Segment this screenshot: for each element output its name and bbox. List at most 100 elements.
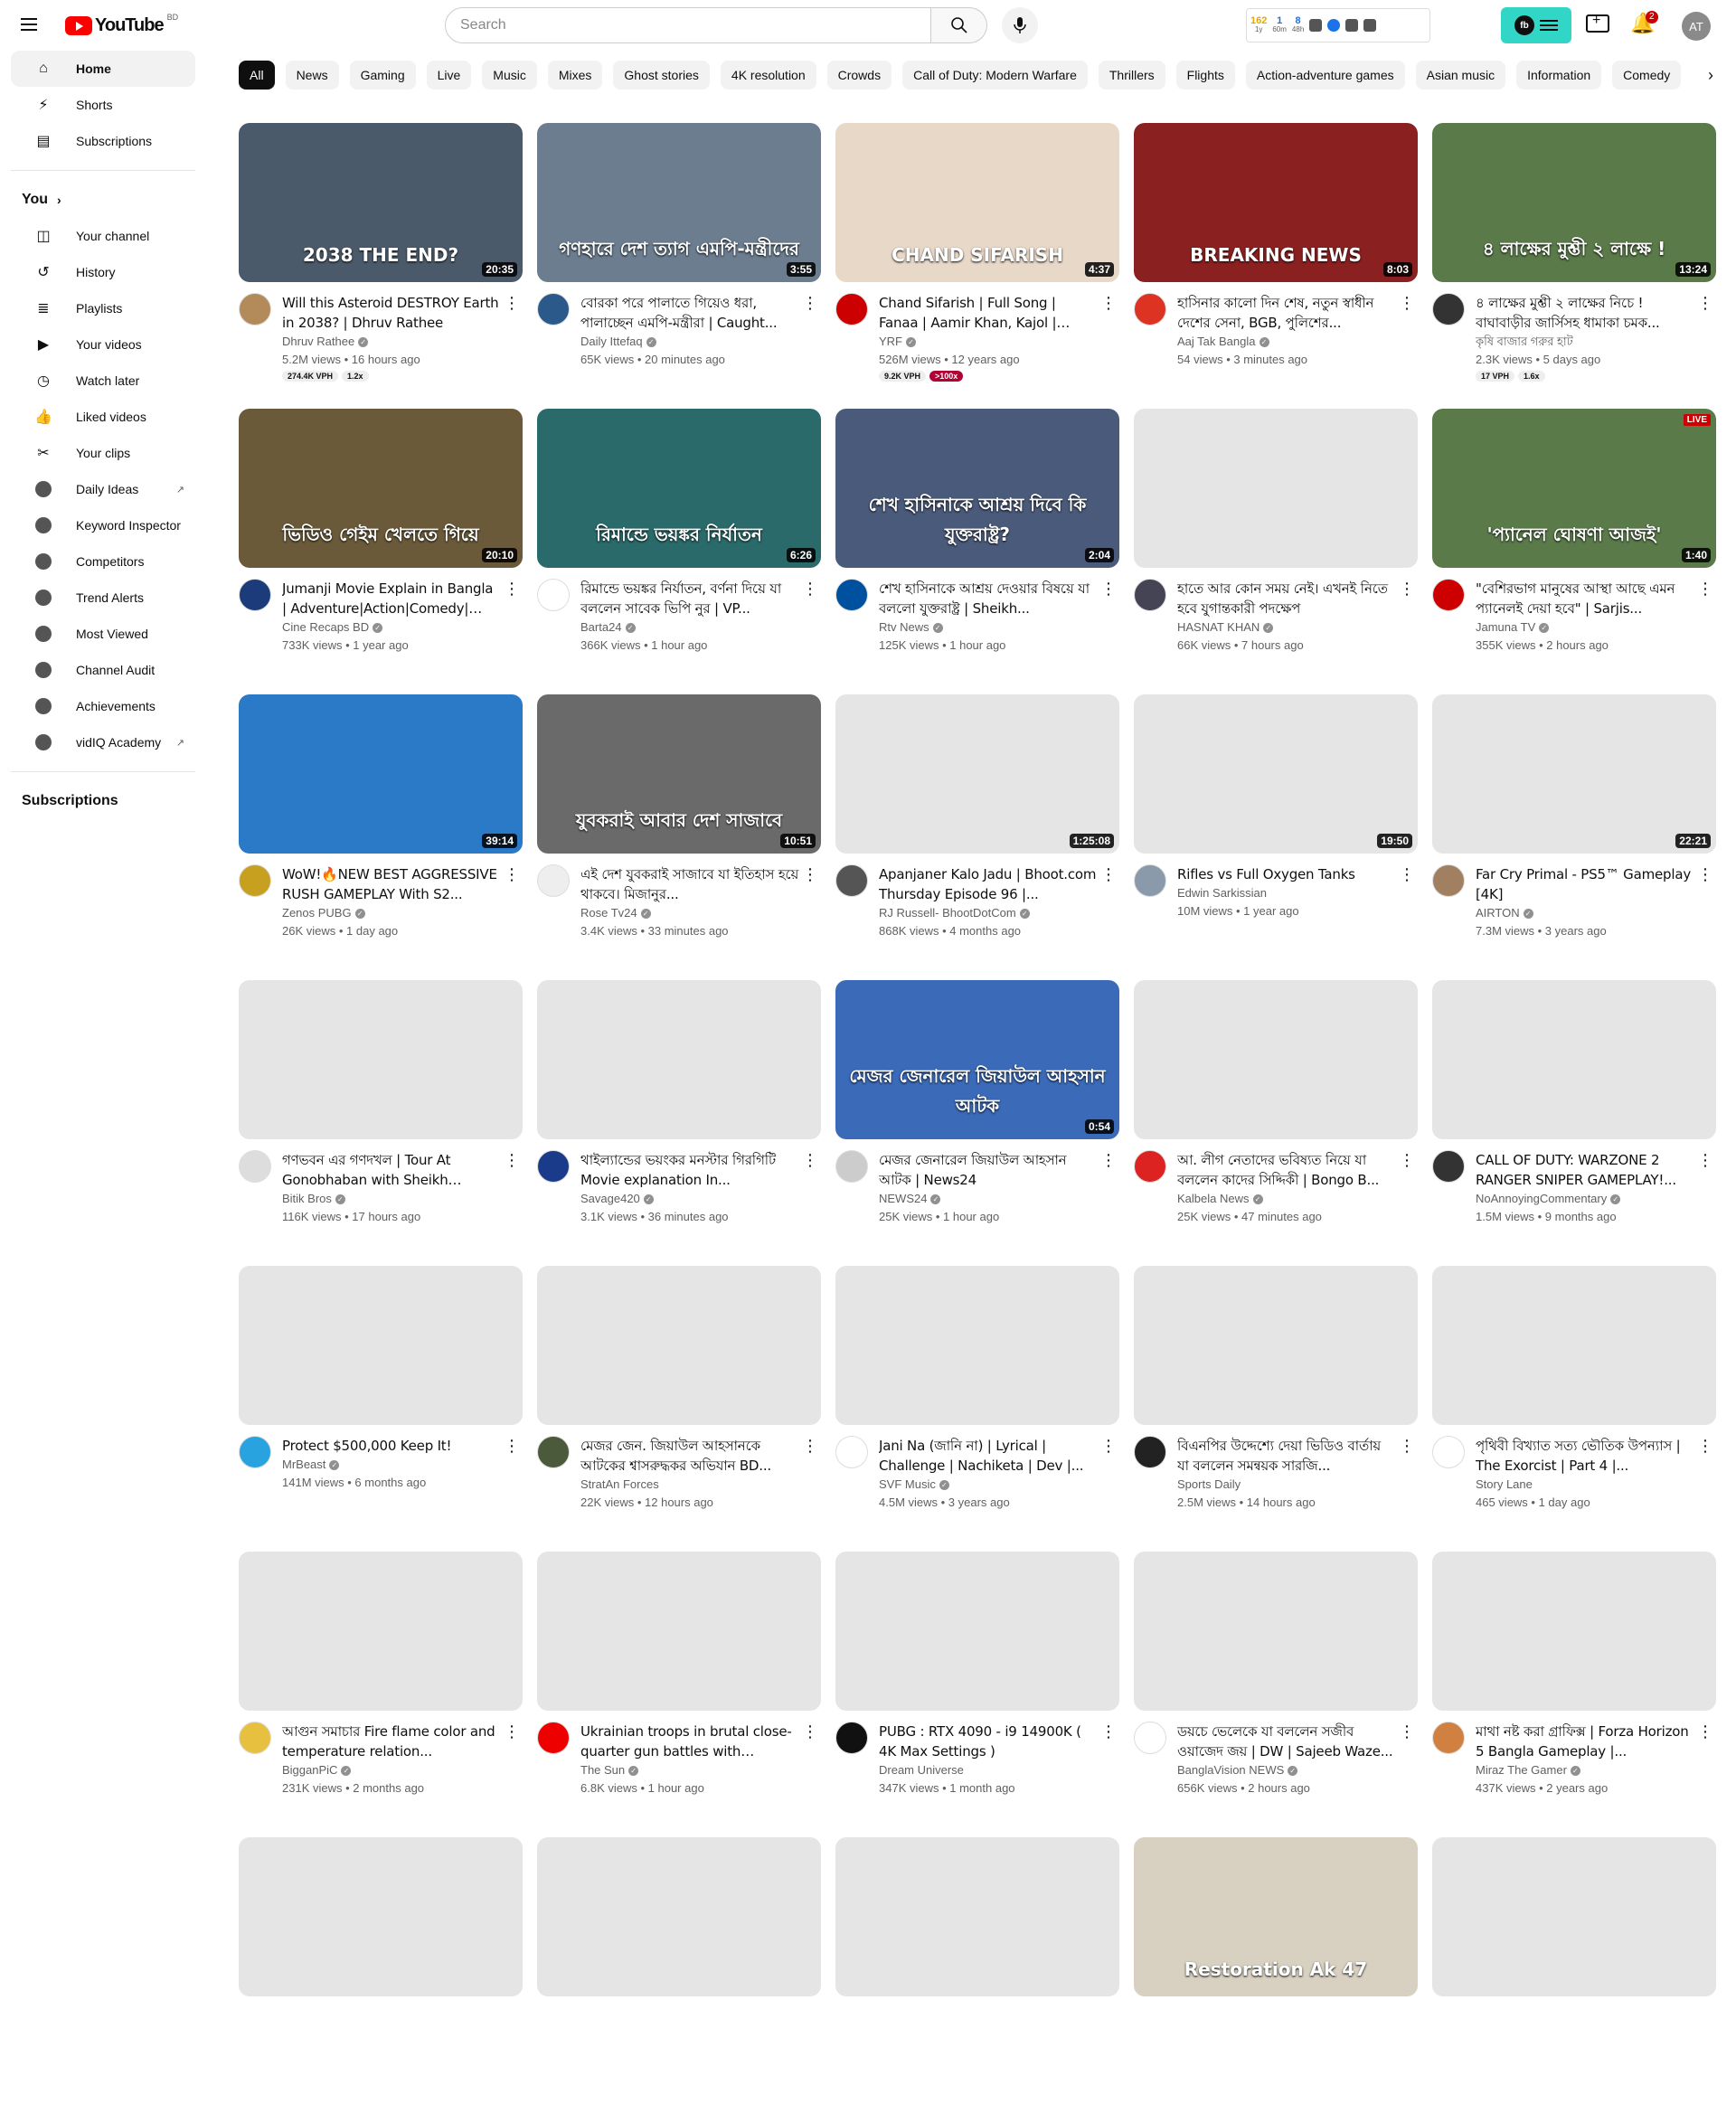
channel-name[interactable]: BanglaVision NEWS [1177, 1763, 1284, 1777]
video-title[interactable]: Will this Asteroid DESTROY Earth in 2038… [282, 293, 501, 333]
chip-gaming[interactable]: Gaming [349, 61, 416, 90]
sidebar-item-subscriptions[interactable]: ▤ Subscriptions [11, 123, 195, 159]
video-card[interactable]: মেজর জেন. জিয়াউল আহসানকে আটকের শ্বাসরুদ… [537, 1266, 821, 1552]
channel-name[interactable]: Savage420 [580, 1192, 640, 1205]
channel-avatar[interactable] [537, 1436, 570, 1468]
chip-ghost-stories[interactable]: Ghost stories [613, 61, 710, 90]
video-thumbnail[interactable] [239, 1266, 523, 1425]
video-title[interactable]: হাসিনার কালো দিন শেষ, নতুন স্বাধীন দেশের… [1177, 293, 1396, 333]
channel-name[interactable]: YRF [879, 335, 902, 348]
video-thumbnail[interactable]: শেখ হাসিনাকে আশ্রয় দিবে কি যুক্তরাষ্ট্র… [835, 409, 1119, 568]
video-title[interactable]: আ. লীগ নেতাদের ভবিষ্যত নিয়ে যা বললেন কা… [1177, 1150, 1396, 1190]
video-thumbnail[interactable]: যুবকরাই আবার দেশ সাজাবে 10:51 [537, 694, 821, 854]
video-title[interactable]: এই দেশ যুবকরাই সাজাবে যা ইতিহাস হয়ে থাক… [580, 864, 799, 904]
channel-avatar[interactable] [537, 864, 570, 897]
channel-name[interactable]: HASNAT KHAN [1177, 620, 1260, 634]
more-actions-icon[interactable]: ⋮ [1396, 1436, 1418, 1512]
video-thumbnail[interactable]: 1:25:08 [835, 694, 1119, 854]
channel-name[interactable]: AIRTON [1476, 906, 1520, 920]
channel-avatar[interactable] [239, 579, 271, 611]
sidebar-item-history[interactable]: ↺ History [11, 254, 195, 290]
video-card[interactable]: ভিডিও গেইম খেলতে গিয়ে 20:10 Jumanji Movie… [239, 409, 523, 694]
video-thumbnail[interactable]: 39:14 [239, 694, 523, 854]
chip-asian-music[interactable]: Asian music [1415, 61, 1506, 90]
video-thumbnail[interactable] [537, 1266, 821, 1425]
channel-name[interactable]: Dhruv Rathee [282, 335, 354, 348]
channel-name[interactable]: NoAnnoyingCommentary [1476, 1192, 1607, 1205]
video-title[interactable]: আগুন সমাচার Fire flame color and tempera… [282, 1722, 501, 1761]
channel-avatar[interactable] [239, 1150, 271, 1183]
channel-avatar[interactable] [1432, 864, 1465, 897]
chip-thrillers[interactable]: Thrillers [1098, 61, 1165, 90]
video-title[interactable]: "বেশিরভাগ মানুষের আস্থা আছে এমন প্যানেলই… [1476, 579, 1694, 618]
video-card[interactable]: বিএনপির উদ্দেশ্যে দেয়া ভিডিও বার্তায় য… [1134, 1266, 1418, 1552]
channel-name[interactable]: MrBeast [282, 1458, 326, 1471]
video-thumbnail[interactable]: 22:21 [1432, 694, 1716, 854]
video-thumbnail[interactable] [1432, 1266, 1716, 1425]
channel-avatar[interactable] [1432, 1436, 1465, 1468]
video-card[interactable]: যুবকরাই আবার দেশ সাজাবে 10:51 এই দেশ যুবকর… [537, 694, 821, 980]
video-title[interactable]: মেজর জেনারেল জিয়াউল আহসান আটক | News24 [879, 1150, 1098, 1190]
more-actions-icon[interactable]: ⋮ [1098, 293, 1119, 382]
video-title[interactable]: Chand Sifarish | Full Song | Fanaa | Aam… [879, 293, 1098, 333]
more-actions-icon[interactable]: ⋮ [1396, 1150, 1418, 1226]
channel-avatar[interactable] [239, 1436, 271, 1468]
channel-avatar[interactable] [537, 1150, 570, 1183]
video-card[interactable]: ডয়চে ভেলেকে যা বললেন সজীব ওয়াজেদ জয় |… [1134, 1552, 1418, 1837]
chip-comedy[interactable]: Comedy [1612, 61, 1682, 90]
video-card[interactable]: CALL OF DUTY: WARZONE 2 RANGER SNIPER GA… [1432, 980, 1716, 1266]
video-thumbnail[interactable] [537, 1552, 821, 1711]
more-actions-icon[interactable]: ⋮ [799, 1722, 821, 1797]
more-actions-icon[interactable]: ⋮ [501, 293, 523, 382]
channel-avatar[interactable] [1134, 293, 1166, 326]
more-actions-icon[interactable]: ⋮ [1396, 1722, 1418, 1797]
video-card[interactable]: গণহারে দেশ ত্যাগ এমপি-মন্ত্রীদের 3:55 বোরক… [537, 123, 821, 409]
chips-next-arrow-icon[interactable]: › [1700, 61, 1722, 90]
channel-name[interactable]: Zenos PUBG [282, 906, 352, 920]
more-actions-icon[interactable]: ⋮ [1694, 1436, 1716, 1512]
channel-avatar[interactable] [835, 864, 868, 897]
more-actions-icon[interactable]: ⋮ [1098, 1436, 1119, 1512]
account-avatar[interactable]: AT [1682, 12, 1711, 41]
video-thumbnail[interactable]: ভিডিও গেইম খেলতে গিয়ে 20:10 [239, 409, 523, 568]
video-card[interactable]: Ukrainian troops in brutal close-quarter… [537, 1552, 821, 1837]
channel-name[interactable]: RJ Russell- BhootDotCom [879, 906, 1016, 920]
sidebar-item-watch-later[interactable]: ◷ Watch later [11, 363, 195, 399]
video-card[interactable]: 19:50 Rifles vs Full Oxygen Tanks Edwin Sa… [1134, 694, 1418, 980]
more-actions-icon[interactable]: ⋮ [1694, 1722, 1716, 1797]
video-card[interactable]: 22:21 Far Cry Primal - PS5™ Gameplay [4K]… [1432, 694, 1716, 980]
channel-name[interactable]: BigganPiC [282, 1763, 337, 1777]
more-actions-icon[interactable]: ⋮ [1694, 1150, 1716, 1226]
more-actions-icon[interactable]: ⋮ [799, 1150, 821, 1226]
sidebar-item-keyword-inspector[interactable]: Keyword Inspector [11, 507, 195, 543]
channel-name[interactable]: Rtv News [879, 620, 929, 634]
channel-avatar[interactable] [835, 1150, 868, 1183]
video-thumbnail[interactable]: মেজর জেনারেল জিয়াউল আহসান আটক 0:54 [835, 980, 1119, 1139]
channel-avatar[interactable] [835, 579, 868, 611]
video-title[interactable]: Apanjaner Kalo Jadu | Bhoot.com Thursday… [879, 864, 1098, 904]
channel-name[interactable]: Rose Tv24 [580, 906, 637, 920]
chart-icon[interactable] [1309, 19, 1323, 32]
channel-avatar[interactable] [1432, 579, 1465, 611]
chip-information[interactable]: Information [1516, 61, 1602, 90]
chip-flights[interactable]: Flights [1175, 61, 1235, 90]
video-thumbnail[interactable]: গণহারে দেশ ত্যাগ এমপি-মন্ত্রীদের 3:55 [537, 123, 821, 282]
video-card[interactable]: আ. লীগ নেতাদের ভবিষ্যত নিয়ে যা বললেন কা… [1134, 980, 1418, 1266]
more-actions-icon[interactable]: ⋮ [799, 293, 821, 369]
video-thumbnail[interactable]: Restoration Ak 47 [1134, 1837, 1418, 1996]
channel-avatar[interactable] [1432, 293, 1465, 326]
video-card[interactable]: 'প্যানেল ঘোষণা আজই' 1:40 LIVE "বেশিরভাগ মান… [1432, 409, 1716, 694]
video-title[interactable]: বোরকা পরে পালাতে গিয়েও ধরা, পালাচ্ছেন এ… [580, 293, 799, 333]
video-thumbnail[interactable] [537, 1837, 821, 1996]
video-title[interactable]: রিমান্ডে ভয়ঙ্কর নির্যাতন, বর্ণনা দিয়ে … [580, 579, 799, 618]
channel-name[interactable]: NEWS24 [879, 1192, 927, 1205]
menu-icon[interactable] [18, 14, 40, 36]
channel-name[interactable]: SVF Music [879, 1477, 936, 1491]
list-icon[interactable] [1345, 19, 1359, 32]
video-card[interactable]: ৪ লাক্ষের মুশ্তী ২ লাক্ষে ! 13:24 ৪ লাক্ষে… [1432, 123, 1716, 409]
channel-avatar[interactable] [239, 293, 271, 326]
channel-name[interactable]: Daily Ittefaq [580, 335, 643, 348]
youtube-logo[interactable]: YouTube BD [65, 13, 178, 36]
channel-avatar[interactable] [1134, 579, 1166, 611]
sidebar-item-your-clips[interactable]: ✂ Your clips [11, 435, 195, 471]
